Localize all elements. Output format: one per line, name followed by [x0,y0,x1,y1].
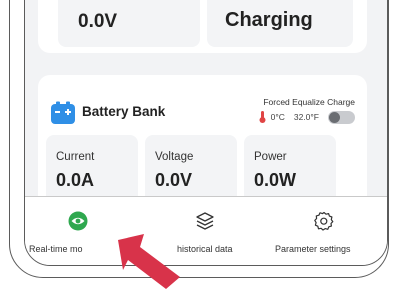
bottom-tab-bar: Real-time mo historical data Parameter s… [25,196,387,265]
tab-label-parameter-settings: Parameter settings [275,244,351,254]
tab-parameter-settings[interactable]: Parameter settings [270,197,382,265]
charging-status-value: Charging [225,9,313,31]
gear-icon [314,211,334,231]
tab-label-real-time: Real-time mo [29,244,83,254]
eye-icon [68,211,88,231]
temperature-row: 0°C 32.0°F [259,110,355,124]
power-value: 0.0W [254,170,297,190]
temperature-celsius: 0°C [270,112,285,122]
voltage-label: Voltage [155,151,194,163]
power-label: Power [254,151,287,163]
toggle-knob [329,111,340,123]
current-value: 0.0A [56,170,95,190]
thermometer-icon [259,111,266,123]
battery-icon [51,101,75,124]
app-screen: 0.0V Charging Battery Bank Forced Equali… [24,0,388,266]
status-card: 0.0V Charging [38,0,367,53]
voltage-metric-value: 0.0V [155,170,193,190]
current-label: Current [56,151,95,163]
forced-equalize-toggle[interactable] [328,110,355,124]
battery-bank-title: Battery Bank [82,104,166,119]
layers-icon [196,212,214,230]
temperature-fahrenheit: 32.0°F [293,112,319,122]
forced-equalize-label: Forced Equalize Charge [263,97,355,107]
voltage-value: 0.0V [78,11,118,32]
battery-bank-card: Battery Bank Forced Equalize Charge 0°C … [38,75,367,215]
pointer-arrow-icon [118,234,180,289]
